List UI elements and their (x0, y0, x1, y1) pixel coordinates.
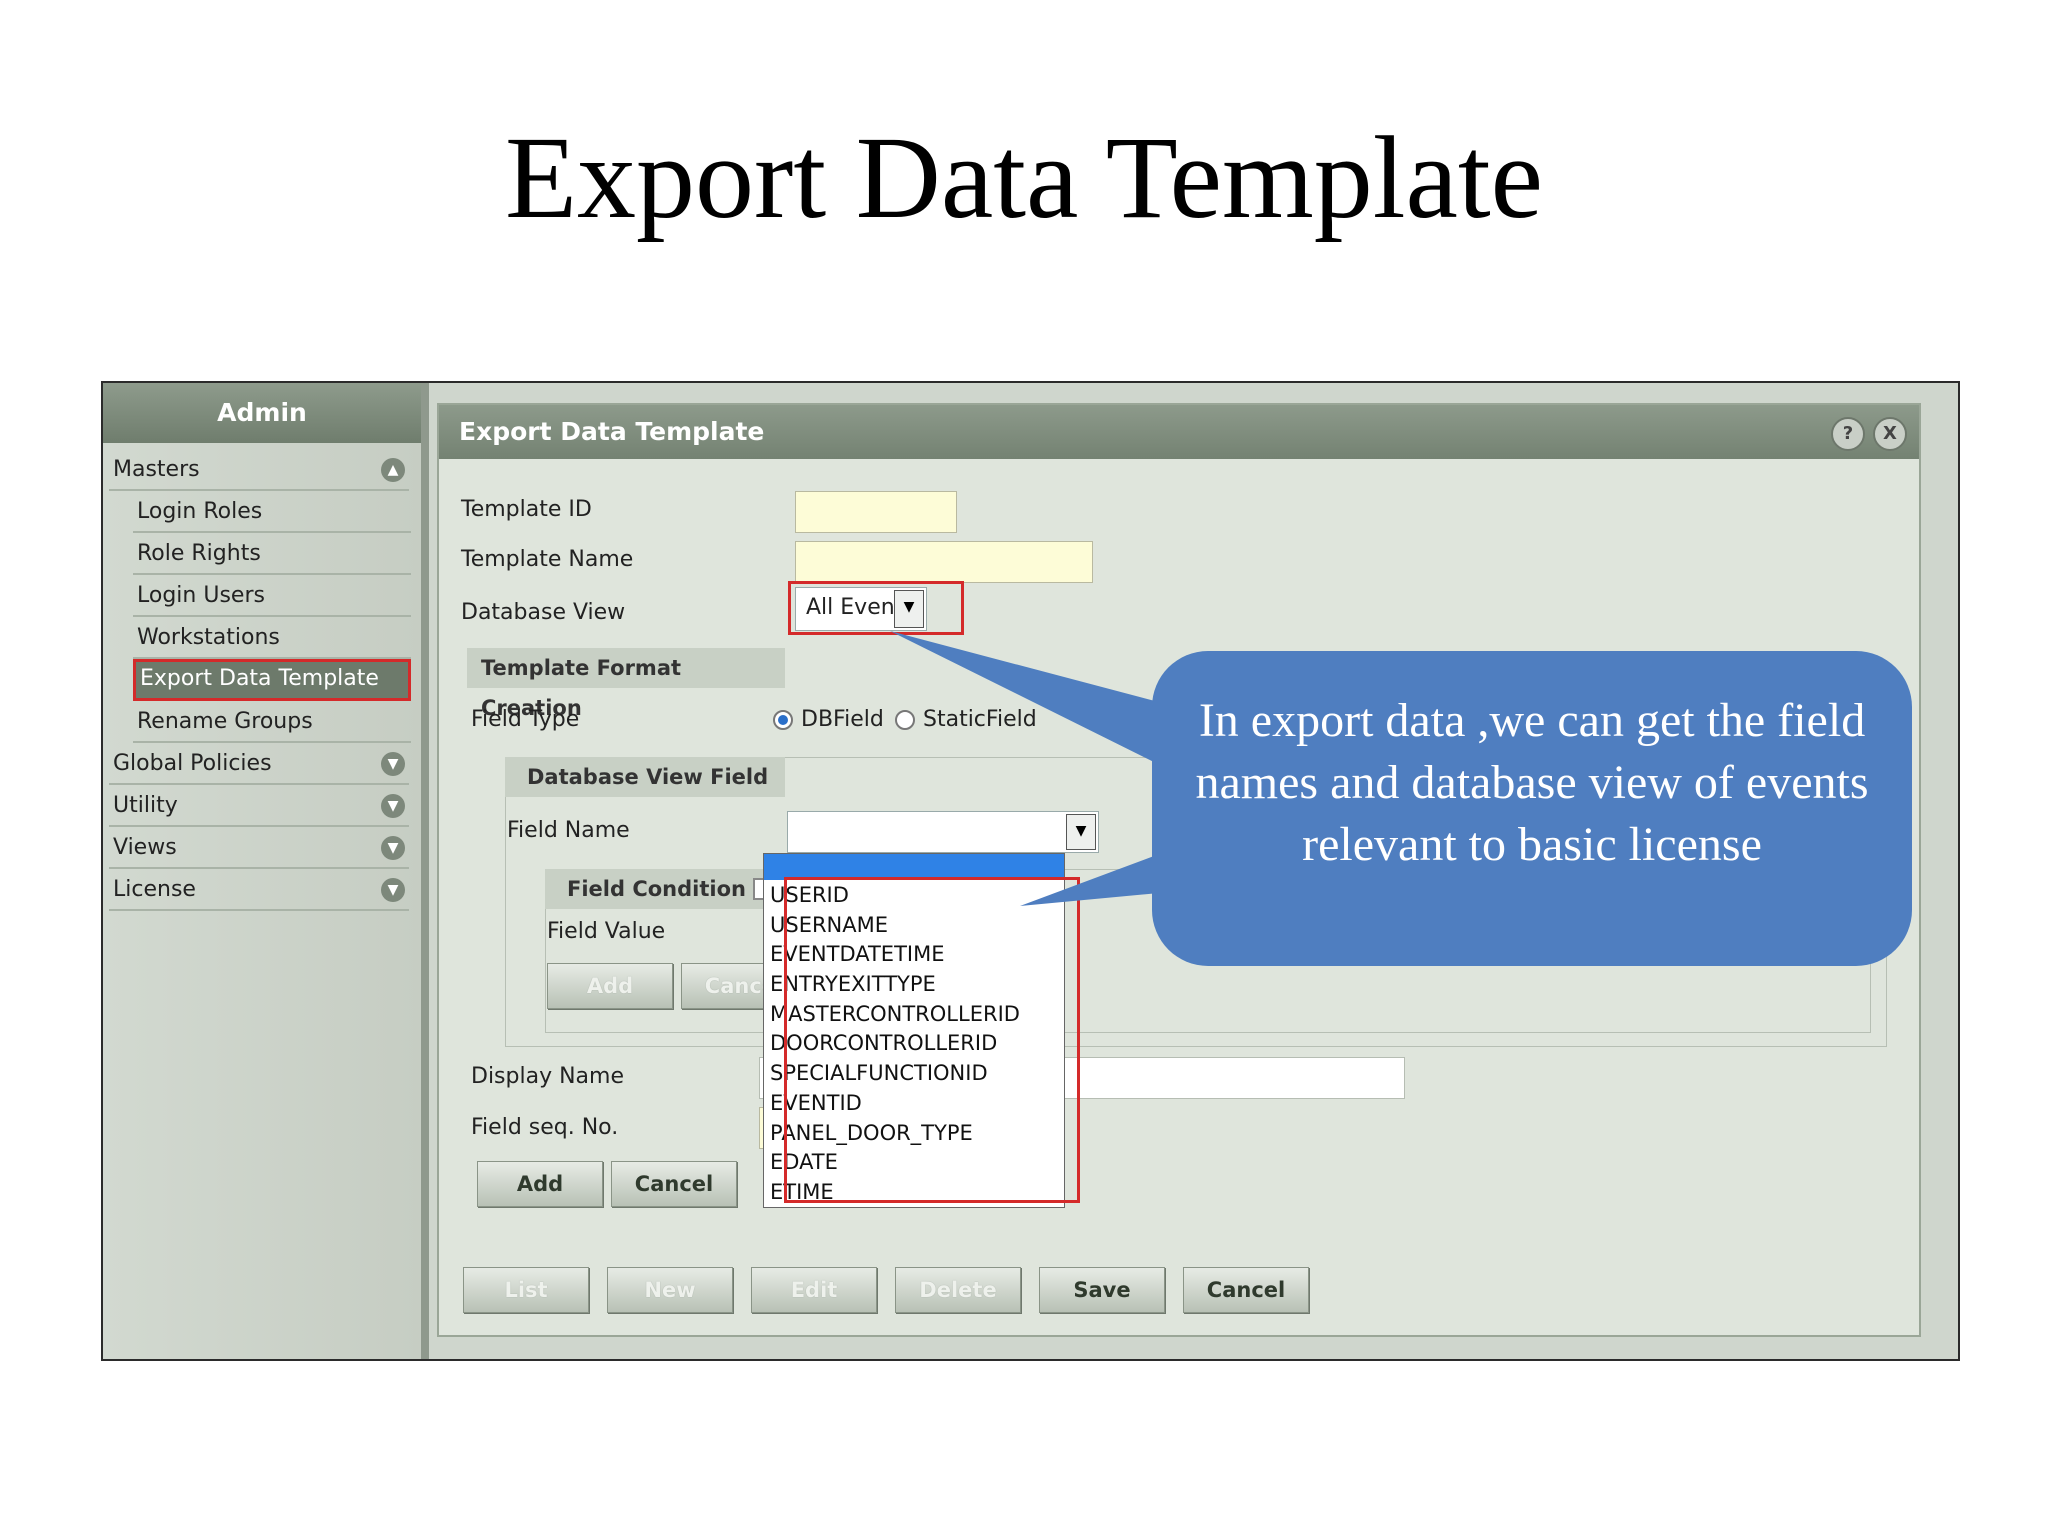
field-name-label: Field Name (507, 818, 630, 843)
field-type-label: Field Type (471, 707, 580, 732)
sidebar-section-license[interactable]: License ▼ (109, 869, 409, 911)
database-view-field-header: Database View Field (505, 757, 785, 797)
sidebar-section-global-policies[interactable]: Global Policies ▼ (109, 743, 409, 785)
display-name-label: Display Name (471, 1064, 624, 1089)
chevron-down-icon[interactable]: ▼ (381, 878, 405, 902)
field-value-label: Field Value (547, 919, 666, 944)
chevron-down-icon[interactable]: ▼ (381, 836, 405, 860)
close-icon[interactable]: X (1873, 417, 1907, 451)
panel-header: Export Data Template ? X (439, 405, 1919, 459)
cancel-button[interactable]: Cancel (611, 1161, 737, 1207)
help-icon[interactable]: ? (1831, 417, 1865, 451)
staticfield-radio[interactable] (895, 710, 915, 730)
footer-cancel-button[interactable]: Cancel (1183, 1267, 1309, 1313)
sidebar-item-label: Workstations (137, 625, 280, 650)
chevron-down-icon[interactable]: ▼ (381, 794, 405, 818)
sidebar-item-login-roles[interactable]: Login Roles (133, 491, 411, 533)
sidebar-item-label: Login Roles (137, 499, 263, 524)
chevron-up-icon[interactable]: ▲ (381, 458, 405, 482)
admin-sidebar: Admin Masters ▲ Login Roles Role Rights … (103, 383, 429, 1359)
sidebar-section-label: Global Policies (113, 751, 272, 776)
delete-button[interactable]: Delete (895, 1267, 1021, 1313)
dropdown-arrow-icon[interactable]: ▼ (1066, 814, 1096, 850)
sidebar-item-role-rights[interactable]: Role Rights (133, 533, 411, 575)
sidebar-section-utility[interactable]: Utility ▼ (109, 785, 409, 827)
chevron-down-icon[interactable]: ▼ (381, 752, 405, 776)
sidebar-item-login-users[interactable]: Login Users (133, 575, 411, 617)
sidebar-item-label: Role Rights (137, 541, 261, 566)
dbfield-radio-label: DBField (801, 707, 884, 732)
sidebar-item-label: Rename Groups (137, 709, 313, 734)
panel-title: Export Data Template (459, 417, 765, 446)
template-id-label: Template ID (461, 497, 592, 522)
sidebar-item-label: Export Data Template (140, 666, 379, 691)
add-button[interactable]: Add (477, 1161, 603, 1207)
sidebar-section-label: Utility (113, 793, 178, 818)
field-condition-header: Field Condition (545, 869, 781, 909)
list-button[interactable]: List (463, 1267, 589, 1313)
new-button[interactable]: New (607, 1267, 733, 1313)
sidebar-section-label: Views (113, 835, 177, 860)
field-name-select[interactable]: ▼ (787, 811, 1099, 853)
dropdown-highlight-box (784, 877, 1080, 1203)
dbfield-radio[interactable] (773, 710, 793, 730)
sidebar-section-label: Masters (113, 457, 200, 482)
callout-text: In export data ,we can get the field nam… (1195, 694, 1869, 871)
template-name-input[interactable] (795, 541, 1093, 583)
sidebar-section-views[interactable]: Views ▼ (109, 827, 409, 869)
slide-title: Export Data Template (504, 112, 1544, 243)
sidebar-section-masters[interactable]: Masters ▲ (109, 449, 409, 491)
sidebar-section-label: License (113, 877, 196, 902)
edit-button[interactable]: Edit (751, 1267, 877, 1313)
template-format-creation-header: Template Format Creation (467, 648, 785, 720)
field-seq-label: Field seq. No. (471, 1115, 619, 1140)
template-name-label: Template Name (461, 547, 634, 572)
template-id-input[interactable] (795, 491, 957, 533)
condition-add-button[interactable]: Add (547, 963, 673, 1009)
sidebar-item-rename-groups[interactable]: Rename Groups (133, 701, 411, 743)
sidebar-item-export-data-template[interactable]: Export Data Template (133, 659, 411, 701)
database-view-label: Database View (461, 600, 626, 625)
staticfield-radio-label: StaticField (923, 707, 1037, 732)
sidebar-item-workstations[interactable]: Workstations (133, 617, 411, 659)
save-button[interactable]: Save (1039, 1267, 1165, 1313)
sidebar-header: Admin (103, 383, 421, 443)
sidebar-item-label: Login Users (137, 583, 265, 608)
highlight-box (788, 581, 964, 635)
